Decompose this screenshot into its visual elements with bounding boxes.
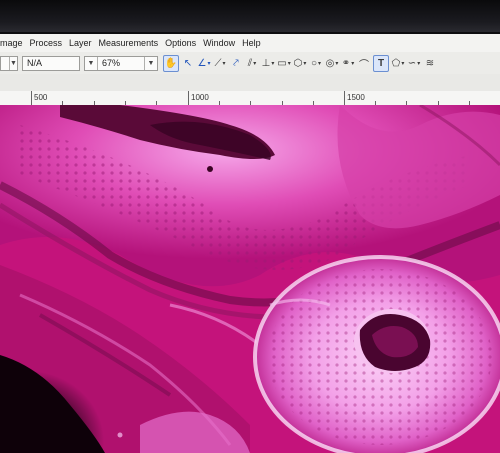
menu-window[interactable]: Window: [200, 38, 239, 48]
ruler-major-tick: [188, 91, 189, 105]
micrograph-image: [0, 105, 500, 453]
perpendicular-icon[interactable]: ⊥ ▾: [261, 56, 275, 71]
concentric-circles-icon[interactable]: ◎ ▾: [325, 56, 339, 71]
line-icon[interactable]: ⟋ ▾: [213, 56, 227, 71]
horizontal-ruler: 500 1000 1500: [0, 91, 500, 106]
pointer-arrow-icon[interactable]: ↖: [181, 56, 195, 71]
polygon-icon[interactable]: ⬡ ▾: [293, 56, 307, 71]
menu-bar: mage Process Layer Measurements Options …: [0, 34, 500, 52]
ruler-major-tick: [31, 91, 32, 105]
monitor-screen: mage Process Layer Measurements Options …: [0, 0, 500, 453]
arc-icon[interactable]: ⌒: [357, 56, 371, 71]
rectangle-icon[interactable]: ▭ ▾: [277, 56, 291, 71]
curve-icon[interactable]: ∽ ▾: [407, 56, 421, 71]
ruler-label-1500: 1500: [347, 93, 365, 102]
ruler-label-500: 500: [34, 93, 48, 102]
link-icon[interactable]: ⚭ ▾: [341, 56, 355, 71]
hand-icon[interactable]: ✋: [163, 54, 179, 72]
toolbar: ▼ N/A ▼ 67% ▼ ✋ ↖ ∠ ▾ ⟋ ▾ ⤤ ⫽ ▾ ⊥ ▾ ▭ ▾ ⬡ ▾ ○ ▾…: [0, 52, 500, 75]
ruler-label-1000: 1000: [191, 93, 209, 102]
menu-measurements[interactable]: Measurements: [95, 38, 162, 48]
toolbar-secondary-strip: [0, 74, 500, 91]
zoom-select[interactable]: ▼ 67% ▼: [84, 55, 158, 71]
chevron-down-icon: ▼: [9, 56, 17, 70]
layer-select[interactable]: ▼: [0, 55, 18, 71]
text-icon[interactable]: T: [373, 54, 389, 72]
menu-help[interactable]: Help: [239, 38, 265, 48]
circle-icon[interactable]: ○ ▾: [309, 56, 323, 71]
chevron-down-icon: ▼: [85, 56, 98, 70]
star-icon[interactable]: ⬠ ▾: [391, 56, 405, 71]
image-canvas[interactable]: [0, 105, 500, 453]
chevron-down-icon: ▼: [144, 56, 157, 70]
menu-layer[interactable]: Layer: [66, 38, 96, 48]
ruler-major-tick: [344, 91, 345, 105]
unit-select-value: N/A: [27, 58, 43, 68]
more-icon[interactable]: ≋: [423, 56, 437, 71]
monitor-bezel: [0, 0, 500, 32]
menu-process[interactable]: Process: [26, 38, 66, 48]
unit-select[interactable]: N/A: [22, 55, 80, 71]
zoom-select-value: 67%: [102, 58, 121, 68]
angle-icon[interactable]: ∠ ▾: [197, 56, 211, 71]
polyline-icon[interactable]: ⤤: [229, 56, 243, 71]
menu-options[interactable]: Options: [162, 38, 200, 48]
menu-image[interactable]: mage: [0, 38, 26, 48]
parallel-lines-icon[interactable]: ⫽ ▾: [245, 56, 259, 71]
